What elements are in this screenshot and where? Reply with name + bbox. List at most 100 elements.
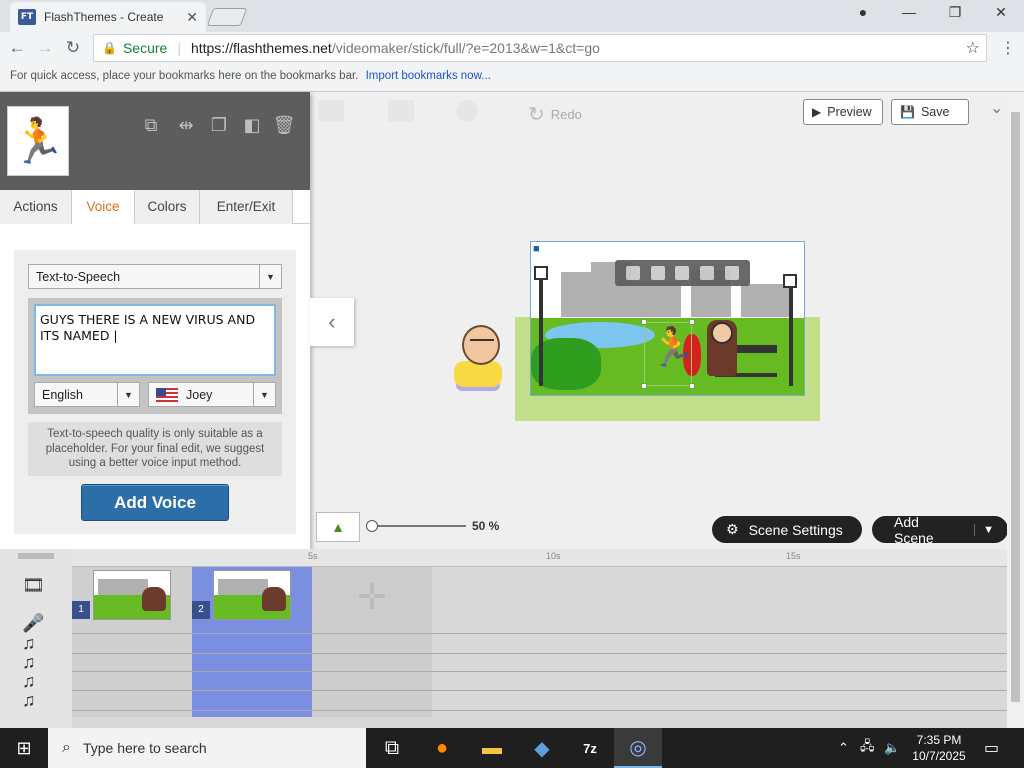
bookmark-star-icon[interactable]: ☆ — [966, 38, 980, 58]
trash-icon[interactable]: 🗑 — [272, 114, 296, 136]
profile-icon[interactable]: ● — [840, 4, 886, 20]
scene-mini-thumbnail[interactable]: ▲ — [316, 512, 360, 542]
collapse-panel-button[interactable]: ‹ — [310, 298, 354, 346]
url-field[interactable]: 🔒 Secure | https://flashthemes.net/video… — [93, 34, 987, 62]
app-icon[interactable]: ◆ — [518, 728, 566, 768]
browser-tab[interactable]: FT FlashThemes - Create ✕ — [10, 2, 206, 32]
resize-handle[interactable] — [689, 383, 695, 389]
tts-text-input[interactable]: GUYS THERE IS A NEW VIRUS AND ITS NAMED … — [34, 304, 276, 376]
play-icon: ▶ — [812, 105, 822, 119]
taskbar-search[interactable]: ⌕ Type here to search — [48, 728, 366, 768]
preview-label: Preview — [827, 105, 872, 119]
voice-select[interactable]: Joey ▼ — [148, 382, 276, 407]
floppy-disk-icon: 💾 — [900, 105, 915, 119]
object-floating-toolbar — [615, 260, 750, 286]
voice-mode-select[interactable]: Text-to-Speech ▼ — [28, 264, 282, 289]
scene-thumbnail[interactable] — [93, 570, 171, 620]
import-bookmarks-link[interactable]: Import bookmarks now... — [366, 70, 491, 82]
flashthemes-favicon: FT — [18, 9, 36, 25]
undo-icon[interactable] — [456, 100, 478, 122]
network-icon[interactable]: 🖧 — [860, 728, 875, 768]
layer-icon[interactable] — [700, 266, 715, 280]
tab-actions[interactable]: Actions — [0, 190, 72, 224]
reload-icon[interactable]: ↻ — [62, 37, 84, 59]
file-explorer-icon[interactable]: ▬ — [468, 728, 516, 768]
stage-toolbar: ↻ Redo ▶ Preview 💾 Save — [310, 92, 1024, 130]
forward-arrow-icon[interactable]: → — [34, 37, 56, 59]
bald-character[interactable] — [450, 325, 510, 395]
add-voice-button[interactable]: Add Voice — [81, 484, 229, 521]
voice-value: Joey — [186, 387, 213, 402]
url-host: https://flashthemes.net — [190, 40, 332, 56]
address-bar: ← → ↻ 🔒 Secure | https://flashthemes.net… — [0, 32, 1024, 64]
flip-icon[interactable] — [650, 266, 665, 280]
layer-icon[interactable]: ◧ — [240, 114, 264, 136]
language-select[interactable]: English ▼ — [34, 382, 140, 407]
copy-icon[interactable] — [318, 100, 344, 122]
firefox-icon[interactable]: ● — [418, 728, 466, 768]
ruler-tick-15s: 15s — [786, 551, 801, 561]
tts-input-wrapper: GUYS THERE IS A NEW VIRUS AND ITS NAMED … — [28, 298, 282, 414]
timeline-zoom-icon[interactable] — [18, 553, 54, 559]
music-note-icon: ♫ — [22, 633, 36, 653]
redo-button[interactable]: ↻ Redo — [528, 102, 582, 127]
tab-title: FlashThemes - Create — [44, 10, 164, 24]
scene-number: 1 — [72, 601, 90, 619]
chevron-down-icon: ▼ — [253, 383, 275, 406]
notifications-icon[interactable]: ▭ — [984, 728, 999, 768]
scene-settings-button[interactable]: ⚙ Scene Settings — [712, 516, 862, 543]
stick-figure-thumbnail: 🏃 — [7, 106, 69, 176]
camera-icon[interactable]: ■ — [533, 243, 540, 255]
tab-colors[interactable]: Colors — [135, 190, 200, 224]
volume-muted-icon[interactable]: 🔈 — [884, 728, 900, 768]
save-button[interactable]: 💾 Save — [891, 99, 969, 125]
preview-button[interactable]: ▶ Preview — [803, 99, 883, 125]
clock-time: 7:35 PM — [916, 733, 962, 747]
music-note-icon: ♫ — [22, 690, 36, 710]
swap-icon[interactable]: ⧉ — [139, 114, 163, 136]
scene-thumbnail[interactable] — [213, 570, 291, 620]
new-tab-button[interactable] — [206, 8, 248, 26]
flip-icon[interactable]: ⇹ — [174, 114, 198, 136]
tab-close-icon[interactable]: ✕ — [186, 9, 198, 26]
swap-icon[interactable] — [626, 266, 641, 280]
resize-handle[interactable] — [641, 319, 647, 325]
scrollbar-thumb[interactable] — [1011, 112, 1020, 702]
resize-handle[interactable] — [641, 383, 647, 389]
trash-icon[interactable] — [724, 266, 739, 280]
paste-icon[interactable] — [388, 100, 414, 122]
chevron-down-icon: ▼ — [259, 265, 281, 288]
scene-number: 2 — [192, 601, 210, 619]
zoom-slider-track[interactable] — [372, 525, 466, 527]
add-scene-button[interactable]: Add Scene ▼ — [872, 514, 1008, 546]
7zip-icon[interactable]: 7z — [566, 728, 614, 768]
chevron-down-icon[interactable]: ⌄ — [990, 98, 1003, 118]
chrome-icon[interactable]: ◎ — [614, 728, 662, 768]
scene-stage[interactable]: 🏃 ■ — [310, 130, 1010, 540]
taskbar-clock[interactable]: 7:35 PM 10/7/2025 — [906, 732, 972, 764]
chevron-down-icon[interactable]: ▼ — [974, 523, 994, 536]
tab-enter-exit[interactable]: Enter/Exit — [200, 190, 293, 224]
restore-button[interactable]: ❐ — [932, 4, 978, 21]
windows-start-icon[interactable]: ⊞ — [0, 728, 48, 768]
bookmarks-hint: For quick access, place your bookmarks h… — [10, 70, 359, 82]
browser-menu-icon[interactable]: ⋮ — [1000, 38, 1016, 58]
scene-settings-label: Scene Settings — [748, 521, 843, 538]
minimize-button[interactable]: — — [886, 4, 932, 20]
timeline-ruler[interactable]: 5s 10s 15s — [72, 549, 1007, 567]
copy-icon[interactable]: ❐ — [207, 114, 231, 136]
copy-icon[interactable] — [675, 266, 690, 280]
back-arrow-icon[interactable]: ← — [6, 37, 28, 59]
resize-handle[interactable] — [689, 319, 695, 325]
microphone-icon: 🎤 — [22, 613, 45, 633]
task-view-icon[interactable]: ⧉ — [368, 728, 416, 768]
gear-icon: ⚙ — [726, 521, 739, 537]
close-window-button[interactable]: ✕ — [978, 4, 1024, 21]
zoom-slider-handle[interactable] — [366, 520, 378, 532]
save-label: Save — [920, 105, 950, 119]
vertical-scrollbar[interactable] — [1007, 92, 1024, 729]
tray-chevron-icon[interactable]: ⌃ — [838, 728, 849, 768]
tab-voice[interactable]: Voice — [72, 190, 135, 224]
us-flag-icon — [156, 387, 178, 402]
add-scene-slot-icon[interactable]: ✛ — [352, 577, 392, 617]
